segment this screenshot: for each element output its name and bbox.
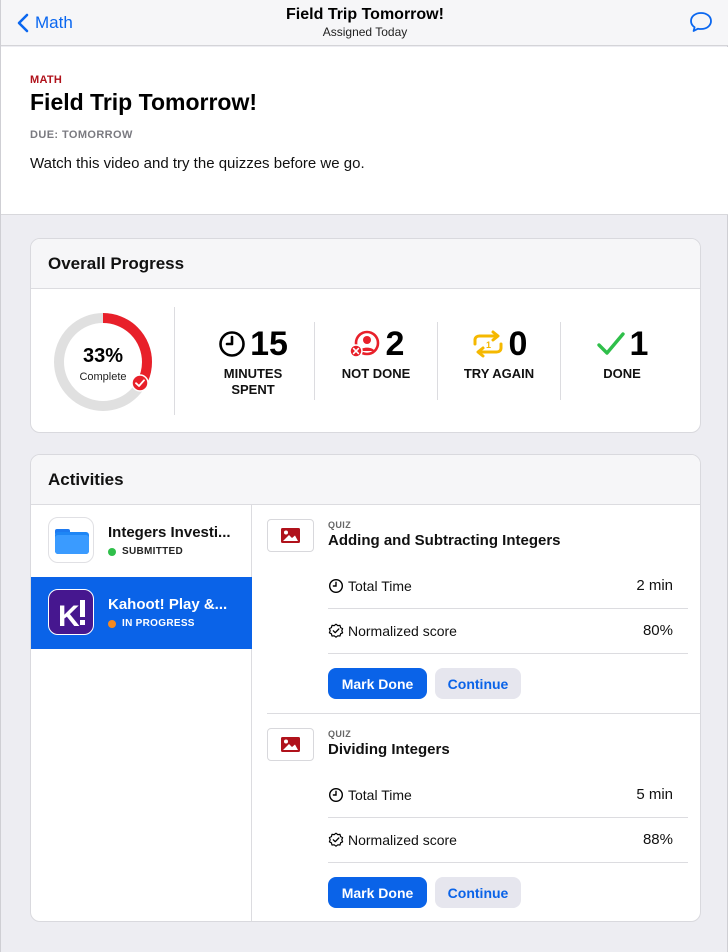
overall-progress-card: Overall Progress 33% Complete 15 MINUTES… [30, 238, 701, 433]
subject-label: MATH [30, 74, 63, 86]
progress-card-header: Overall Progress [31, 239, 700, 289]
assignment-description: Watch this video and try the quizzes bef… [30, 155, 365, 172]
stat-label-line2: SPENT [231, 382, 275, 397]
quiz-item: QUIZ Dividing Integers Total Time 5 min … [267, 714, 700, 921]
total-time-row: Total Time 2 min [328, 565, 688, 609]
activities-heading: Activities [48, 470, 124, 489]
continue-button[interactable]: Continue [435, 668, 521, 699]
score-row: Normalized score 88% [328, 819, 688, 863]
score-label: Normalized score [348, 832, 457, 848]
assignment-header: MATH Field Trip Tomorrow! DUE: TOMORROW … [1, 47, 728, 215]
score-row: Normalized score 80% [328, 610, 688, 654]
try-again-icon: 1 [473, 330, 503, 358]
quiz-kind: QUIZ [328, 729, 352, 739]
nav-title: Field Trip Tomorrow! [286, 6, 444, 23]
svg-text:1: 1 [486, 340, 491, 350]
svg-text:K: K [58, 600, 80, 633]
nav-subtitle: Assigned Today [322, 25, 408, 39]
continue-button[interactable]: Continue [435, 877, 521, 908]
progress-percent: 33% [82, 345, 124, 367]
complete-check-icon [131, 374, 149, 392]
assignment-title: Field Trip Tomorrow! [30, 89, 258, 115]
clock-icon [328, 787, 344, 803]
status-dot [108, 619, 116, 628]
clock-icon [328, 578, 344, 594]
stat-value: 0 [508, 325, 528, 363]
stat-minutes-spent: 15 MINUTES SPENT [203, 325, 303, 398]
image-icon [281, 528, 300, 543]
stat-value: 2 [385, 325, 405, 363]
seal-check-icon [328, 623, 344, 638]
activity-title: Kahoot! Play &... [108, 596, 228, 613]
chat-bubble-icon[interactable] [689, 11, 713, 33]
activity-item-kahoot[interactable]: K Kahoot! Play &... IN PROGRESS [31, 577, 252, 649]
clock-icon [219, 331, 245, 357]
mark-done-button[interactable]: Mark Done [328, 877, 427, 908]
stat-done: 1 DONE [572, 325, 672, 382]
total-time-row: Total Time 5 min [328, 774, 688, 818]
stat-value: 1 [629, 325, 649, 363]
activity-list: Integers Investi... SUBMITTED K Kahoot! … [31, 505, 252, 921]
activity-status: SUBMITTED [108, 546, 183, 557]
score-label: Normalized score [348, 623, 457, 639]
quiz-thumbnail [267, 519, 314, 552]
activity-title: Integers Investi... [108, 524, 231, 541]
files-app-icon [48, 517, 94, 563]
due-date: DUE: TOMORROW [30, 129, 133, 141]
quiz-kind: QUIZ [328, 520, 352, 530]
kahoot-icon: K [48, 589, 94, 635]
activity-item-integers[interactable]: Integers Investi... SUBMITTED [31, 505, 252, 577]
score-value: 80% [642, 622, 673, 639]
checkmark-icon [596, 332, 625, 355]
status-label: IN PROGRESS [122, 618, 195, 629]
mark-done-button[interactable]: Mark Done [328, 668, 427, 699]
activities-card-header: Activities [31, 455, 700, 505]
total-time-value: 2 min [636, 577, 673, 594]
stat-label: TRY AGAIN [463, 366, 535, 381]
progress-heading: Overall Progress [48, 254, 185, 273]
screen: Math Field Trip Tomorrow! Assigned Today… [0, 0, 728, 952]
stat-label: NOT DONE [341, 366, 411, 381]
total-time-label: Total Time [348, 787, 412, 803]
stat-label: DONE [603, 366, 641, 381]
navigation-bar: Math Field Trip Tomorrow! Assigned Today [1, 0, 728, 46]
image-icon [281, 737, 300, 752]
divider [174, 307, 175, 415]
not-done-icon [348, 330, 379, 358]
total-time-label: Total Time [348, 578, 412, 594]
divider [314, 322, 315, 400]
quiz-title: Dividing Integers [328, 741, 450, 758]
stat-label: MINUTES [223, 366, 283, 381]
quiz-item: QUIZ Adding and Subtracting Integers Tot… [267, 505, 700, 713]
activity-status: IN PROGRESS [108, 618, 195, 629]
total-time-value: 5 min [636, 786, 673, 803]
divider [437, 322, 438, 400]
stat-try-again: 1 0 TRY AGAIN [449, 325, 549, 382]
stat-value: 15 [250, 325, 288, 363]
seal-check-icon [328, 832, 344, 847]
score-value: 88% [642, 831, 673, 848]
stat-not-done: 2 NOT DONE [326, 325, 426, 382]
quiz-thumbnail [267, 728, 314, 761]
status-label: SUBMITTED [122, 546, 184, 557]
quiz-title: Adding and Subtracting Integers [328, 532, 561, 549]
divider [560, 322, 561, 400]
activities-card: Activities Integers Investi... SUBMITTED [30, 454, 701, 922]
status-dot [108, 547, 116, 556]
